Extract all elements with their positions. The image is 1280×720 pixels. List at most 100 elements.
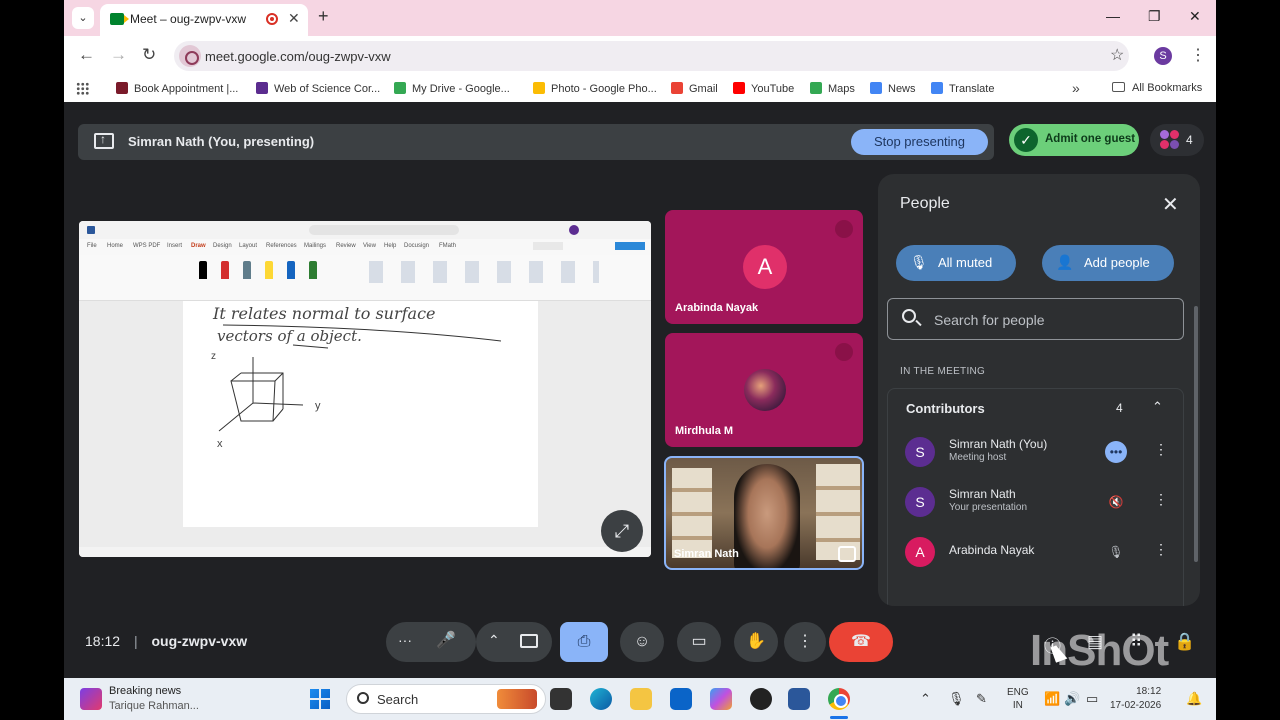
more-options-button[interactable]: ⋮	[784, 622, 826, 662]
all-bookmarks-button[interactable]: All Bookmarks	[1112, 82, 1202, 94]
svg-text:z: z	[211, 351, 216, 362]
bookmark-item[interactable]: Gmail	[671, 82, 718, 95]
mic-control-group: ··· 🎤	[386, 622, 476, 662]
pin-icon[interactable]	[838, 546, 856, 562]
language-indicator[interactable]: ENG IN	[1007, 686, 1029, 712]
participants-button[interactable]: 4	[1150, 124, 1204, 156]
tab-meet[interactable]: Meet – oug-zwpv-vxw ✕	[100, 4, 308, 36]
meeting-code: oug-zwpv-vxw	[151, 633, 248, 649]
participant-row[interactable]: S Simran Nath Your presentation 🔇 ⋮	[888, 477, 1185, 525]
minimize-button[interactable]: —	[1106, 8, 1120, 24]
search-placeholder: Search for people	[934, 312, 1045, 328]
group-count: 4	[1116, 401, 1123, 415]
leave-call-button[interactable]: ☎	[829, 622, 893, 662]
forward-button[interactable]: →	[110, 45, 127, 65]
site-info-icon[interactable]	[179, 45, 201, 67]
panel-scrollbar[interactable]	[1194, 306, 1198, 562]
participant-row[interactable]: S Simran Nath (You) Meeting host ••• ⋮	[888, 427, 1185, 475]
tray-overflow-icon[interactable]: ⌃	[920, 691, 931, 707]
recorder-app-icon[interactable]	[750, 688, 772, 710]
audio-off-icon: 🔇	[1108, 495, 1124, 509]
reload-button[interactable]: ↻	[142, 45, 156, 65]
microsoft-store-icon[interactable]	[670, 688, 692, 710]
battery-icon[interactable]: ▭	[1086, 691, 1098, 707]
people-search-input[interactable]: Search for people	[887, 298, 1184, 340]
bookmark-item[interactable]: Photo - Google Pho...	[533, 82, 657, 95]
bookmark-item[interactable]: YouTube	[733, 82, 794, 95]
captions-button[interactable]: ▭	[677, 622, 721, 662]
edge-browser-icon[interactable]	[590, 688, 612, 710]
more-bookmarks-icon[interactable]: »	[1072, 80, 1080, 96]
emoji-reaction-button[interactable]: ☺	[620, 622, 664, 662]
more-options-icon[interactable]: ⋮	[1154, 541, 1168, 558]
camera-icon[interactable]	[520, 634, 538, 648]
more-options-icon[interactable]: ⋮	[1154, 441, 1168, 458]
participant-avatars-icon	[1160, 130, 1180, 150]
bookmark-item[interactable]: My Drive - Google...	[394, 82, 510, 95]
host-controls-icon[interactable]: 🔒	[1174, 632, 1195, 652]
fullscreen-expand-button[interactable]: ⤢	[601, 510, 643, 552]
close-tab-icon[interactable]: ✕	[288, 10, 300, 27]
ribbon-tab: Home	[107, 243, 124, 249]
news-widget-icon[interactable]	[80, 688, 102, 710]
close-window-button[interactable]: ✕	[1189, 8, 1201, 25]
more-audio-options-icon[interactable]: ···	[398, 632, 412, 648]
participant-row[interactable]: A Arabinda Nayak 🎙 ⋮	[888, 527, 1185, 575]
region-code: IN	[1012, 700, 1023, 711]
bookmark-star-icon[interactable]: ☆	[1110, 45, 1124, 65]
mic-icon[interactable]: 🎤	[436, 630, 456, 650]
bookmark-item[interactable]: Book Appointment |...	[116, 82, 238, 95]
news-subtitle[interactable]: Tarique Rahman...	[109, 700, 199, 712]
new-tab-button[interactable]: +	[318, 6, 329, 27]
admit-guest-button[interactable]: ✓ Admit one guest	[1009, 124, 1139, 156]
muted-mic-icon	[835, 343, 853, 361]
news-title[interactable]: Breaking news	[109, 685, 181, 697]
muted-mic-icon	[835, 220, 853, 238]
raise-hand-button[interactable]: ✋	[734, 622, 778, 662]
pen-tray-icon[interactable]: ✎	[976, 691, 987, 707]
close-icon[interactable]: ✕	[1162, 192, 1179, 217]
back-button[interactable]: ←	[78, 45, 95, 65]
chrome-icon[interactable]	[828, 688, 850, 710]
file-explorer-dark-icon[interactable]	[550, 688, 572, 710]
word-app-icon[interactable]	[788, 688, 810, 710]
tab-search-button[interactable]: ⌄	[72, 7, 94, 29]
bookmark-favicon-icon	[394, 82, 406, 94]
self-video-tile[interactable]: Simran Nath	[664, 456, 864, 570]
mic-tray-icon[interactable]: 🎙	[948, 691, 965, 707]
participant-tile[interactable]: Mirdhula M	[665, 333, 863, 447]
browser-menu-icon[interactable]: ⋮	[1190, 45, 1206, 65]
language-code: ENG	[1007, 687, 1029, 698]
bookmark-label: Photo - Google Pho...	[551, 83, 657, 95]
bookshelf-left	[672, 468, 712, 558]
ribbon-tab: Review	[336, 243, 356, 249]
all-bookmarks-label: All Bookmarks	[1132, 82, 1203, 94]
wifi-icon[interactable]: 📶	[1044, 691, 1060, 707]
more-options-icon[interactable]: ⋮	[1154, 491, 1168, 508]
copilot-icon[interactable]	[710, 688, 732, 710]
start-windows-icon[interactable]	[310, 689, 330, 709]
speaking-indicator-icon: •••	[1105, 441, 1127, 463]
bookmark-item[interactable]: Maps	[810, 82, 855, 95]
chevron-up-icon[interactable]: ⌃	[1152, 399, 1163, 415]
all-muted-button[interactable]: 🎙 All muted	[896, 245, 1016, 281]
apps-grid-icon[interactable]	[76, 82, 89, 95]
taskbar-search[interactable]: Search	[346, 684, 546, 714]
add-people-button[interactable]: 👤 Add people	[1042, 245, 1174, 281]
chevron-up-icon[interactable]: ⌃	[488, 632, 500, 649]
bookmark-item[interactable]: Web of Science Cor...	[256, 82, 380, 95]
bookmark-item[interactable]: Translate	[931, 82, 994, 95]
address-bar[interactable]: meet.google.com/oug-zwpv-vxw ☆	[174, 41, 1129, 71]
participant-tile[interactable]: A Arabinda Nayak	[665, 210, 863, 324]
restore-button[interactable]: ❐	[1148, 8, 1161, 25]
participant-name: Simran Nath	[674, 548, 739, 560]
ribbon-tab: Docusign	[404, 243, 430, 249]
bookmark-item[interactable]: News	[870, 82, 916, 95]
file-explorer-icon[interactable]	[630, 688, 652, 710]
notifications-icon[interactable]: 🔔	[1186, 691, 1202, 707]
volume-icon[interactable]: 🔊	[1064, 691, 1080, 707]
system-clock[interactable]: 18:12 17-02-2026	[1110, 685, 1161, 713]
stop-presenting-button[interactable]: Stop presenting	[851, 129, 988, 155]
profile-avatar[interactable]: S	[1154, 47, 1172, 65]
present-now-button[interactable]: ⎙	[560, 622, 608, 662]
